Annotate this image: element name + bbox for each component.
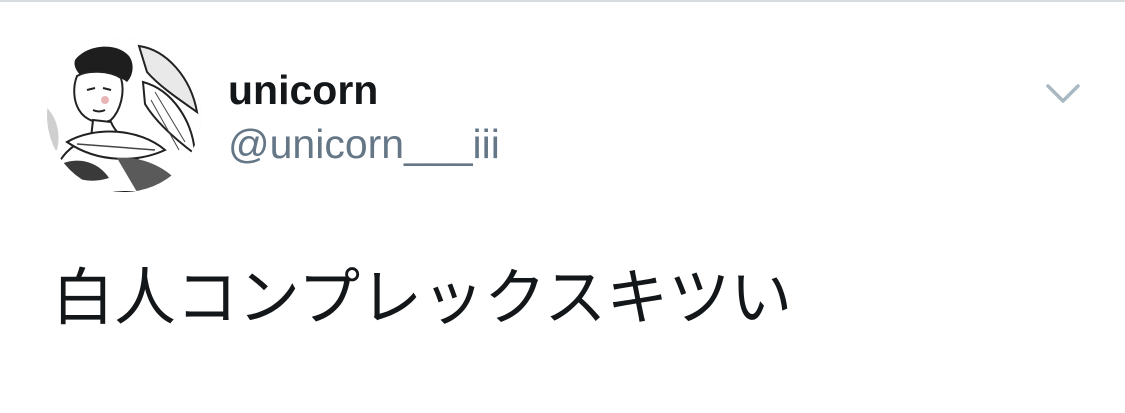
tweet-card: unicorn @unicorn___iii 白人コンプレックスキツい	[0, 2, 1125, 413]
display-name[interactable]: unicorn	[228, 66, 378, 114]
avatar-illustration	[47, 38, 201, 192]
chevron-down-icon	[1046, 84, 1080, 103]
tweet-menu-button[interactable]	[1040, 74, 1086, 114]
tweet-text: 白人コンプレックスキツい	[52, 261, 793, 334]
avatar[interactable]	[47, 38, 201, 192]
user-handle[interactable]: @unicorn___iii	[228, 120, 500, 168]
